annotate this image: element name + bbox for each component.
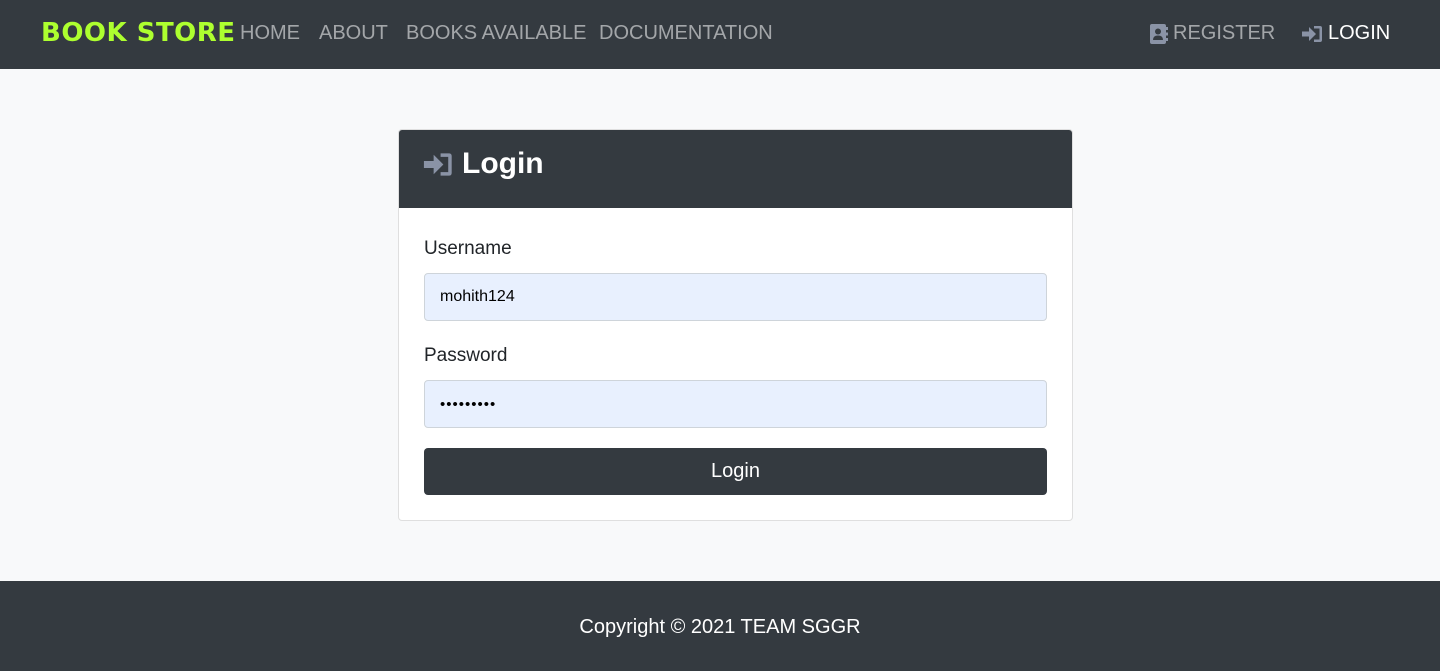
nav-documentation[interactable]: DOCUMENTATION — [599, 22, 773, 45]
username-input[interactable]: mohith124 — [424, 273, 1047, 321]
nav-books-available[interactable]: BOOKS AVAILABLE — [406, 22, 586, 45]
address-book-icon — [1150, 23, 1168, 44]
copyright-text: Copyright © 2021 TEAM SGGR — [579, 616, 861, 638]
nav-home[interactable]: HOME — [240, 22, 300, 45]
nav-register[interactable]: REGISTER — [1150, 22, 1275, 45]
register-label: REGISTER — [1173, 22, 1276, 44]
nav-login[interactable]: LOGIN — [1302, 22, 1390, 45]
navbar: BOOK STORE HOME ABOUT BOOKS AVAILABLE DO… — [0, 0, 1440, 69]
login-card-title: Login — [423, 147, 544, 181]
password-label: Password — [424, 345, 508, 366]
username-label: Username — [424, 238, 512, 259]
sign-in-icon — [1302, 25, 1323, 43]
sign-in-icon — [423, 152, 454, 177]
login-card-header: Login — [399, 130, 1072, 208]
login-card-title-text: Login — [462, 147, 544, 180]
login-card: Login Username mohith124 Password ••••••… — [398, 129, 1073, 521]
brand-logo[interactable]: BOOK STORE — [41, 18, 236, 48]
login-label: LOGIN — [1328, 22, 1391, 44]
login-submit-button[interactable]: Login — [424, 448, 1047, 495]
password-input[interactable]: ••••••••• — [424, 380, 1047, 428]
footer: Copyright © 2021 TEAM SGGR — [0, 581, 1440, 671]
nav-about[interactable]: ABOUT — [319, 22, 388, 45]
